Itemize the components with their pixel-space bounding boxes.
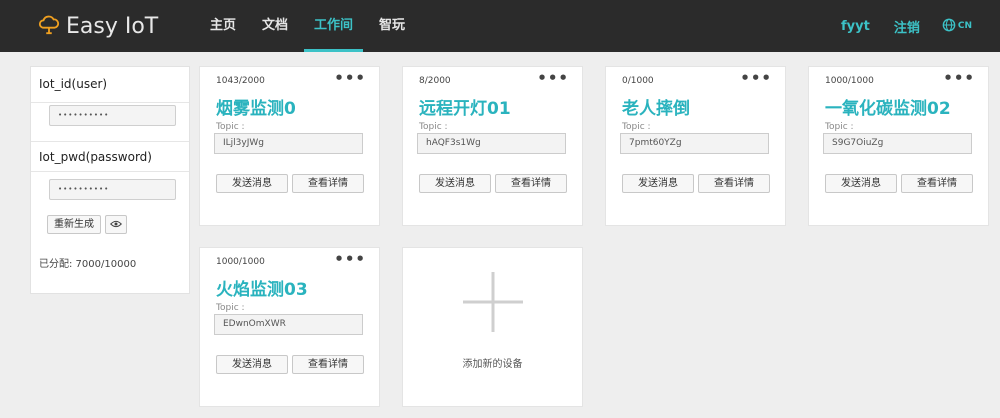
view-details-button[interactable]: 查看详情 [901, 174, 973, 193]
iot-id-label: Iot_id(user) [39, 77, 108, 91]
plus-icon [461, 270, 525, 334]
topic-field[interactable]: hAQF3s1Wg [417, 133, 566, 154]
app-name: Easy IoT [66, 13, 159, 39]
device-card: 8/2000 ••• 远程开灯01 Topic : hAQF3s1Wg 发送消息… [402, 66, 583, 226]
topic-field[interactable]: S9G7OiuZg [823, 133, 972, 154]
logo[interactable]: Easy IoT [38, 13, 158, 39]
eye-icon [110, 220, 122, 231]
iot-id-header: Iot_id(user) [31, 67, 189, 103]
device-name[interactable]: 远程开灯01 [419, 94, 511, 119]
device-name[interactable]: 老人摔倒 [622, 94, 690, 119]
device-name[interactable]: 火焰监测03 [216, 275, 308, 300]
language-label: CN [957, 21, 972, 31]
logout-link[interactable]: 注销 [894, 17, 920, 36]
globe-icon [942, 18, 958, 35]
username-link[interactable]: fyyt [841, 19, 870, 34]
more-menu-icon[interactable]: ••• [740, 69, 772, 87]
send-message-button[interactable]: 发送消息 [622, 174, 694, 193]
device-card: 0/1000 ••• 老人摔倒 Topic : 7pmt60YZg 发送消息 查… [605, 66, 786, 226]
send-message-button[interactable]: 发送消息 [216, 355, 288, 374]
iot-id-field[interactable]: •••••••••• [49, 105, 176, 126]
regenerate-button[interactable]: 重新生成 [47, 215, 101, 234]
topic-label: Topic : [216, 122, 245, 132]
add-device-label: 添加新的设备 [462, 359, 523, 370]
topic-field[interactable]: ILjl3yJWg [214, 133, 363, 154]
iot-pwd-field[interactable]: •••••••••• [49, 179, 176, 200]
nav-item-home[interactable]: 主页 [200, 0, 246, 52]
nav-item-smart-play[interactable]: 智玩 [369, 0, 415, 52]
send-message-button[interactable]: 发送消息 [825, 174, 897, 193]
iot-pwd-header: Iot_pwd(password) [31, 141, 189, 172]
device-name[interactable]: 一氧化碳监测02 [825, 94, 951, 119]
more-menu-icon[interactable]: ••• [943, 69, 975, 87]
topic-label: Topic : [622, 122, 651, 132]
topic-field[interactable]: 7pmt60YZg [620, 133, 769, 154]
topic-field[interactable]: EDwnOmXWR [214, 314, 363, 335]
message-count: 1043/2000 [216, 76, 265, 86]
device-card: 1043/2000 ••• 烟雾监测0 Topic : ILjl3yJWg 发送… [199, 66, 380, 226]
language-switch[interactable]: CN [942, 18, 972, 35]
credentials-panel: Iot_id(user) •••••••••• Iot_pwd(password… [30, 66, 190, 294]
device-card: 1000/1000 ••• 一氧化碳监测02 Topic : S9G7OiuZg… [808, 66, 989, 226]
device-card: 1000/1000 ••• 火焰监测03 Topic : EDwnOmXWR 发… [199, 247, 380, 407]
nav-item-docs[interactable]: 文档 [252, 0, 298, 52]
message-count: 1000/1000 [216, 257, 265, 267]
add-device-card[interactable]: 添加新的设备 [402, 247, 583, 407]
nav-right: fyyt 注销 CN [817, 0, 972, 52]
more-menu-icon[interactable]: ••• [334, 69, 366, 87]
message-count: 1000/1000 [825, 76, 874, 86]
send-message-button[interactable]: 发送消息 [419, 174, 491, 193]
top-nav: Easy IoT 主页 文档 工作间 智玩 fyyt 注销 CN [0, 0, 1000, 52]
device-name[interactable]: 烟雾监测0 [216, 94, 296, 119]
message-count: 0/1000 [622, 76, 654, 86]
view-details-button[interactable]: 查看详情 [495, 174, 567, 193]
view-details-button[interactable]: 查看详情 [292, 355, 364, 374]
show-password-button[interactable] [105, 215, 127, 234]
send-message-button[interactable]: 发送消息 [216, 174, 288, 193]
topic-label: Topic : [825, 122, 854, 132]
allocation-status: 已分配: 7000/10000 [39, 259, 137, 270]
more-menu-icon[interactable]: ••• [537, 69, 569, 87]
view-details-button[interactable]: 查看详情 [698, 174, 770, 193]
topic-label: Topic : [216, 303, 245, 313]
cloud-icon [38, 13, 60, 39]
nav-menu: 主页 文档 工作间 智玩 [200, 0, 421, 52]
message-count: 8/2000 [419, 76, 451, 86]
topic-label: Topic : [419, 122, 448, 132]
iot-pwd-label: Iot_pwd(password) [39, 150, 152, 164]
view-details-button[interactable]: 查看详情 [292, 174, 364, 193]
more-menu-icon[interactable]: ••• [334, 250, 366, 268]
nav-item-workspace[interactable]: 工作间 [304, 0, 364, 52]
